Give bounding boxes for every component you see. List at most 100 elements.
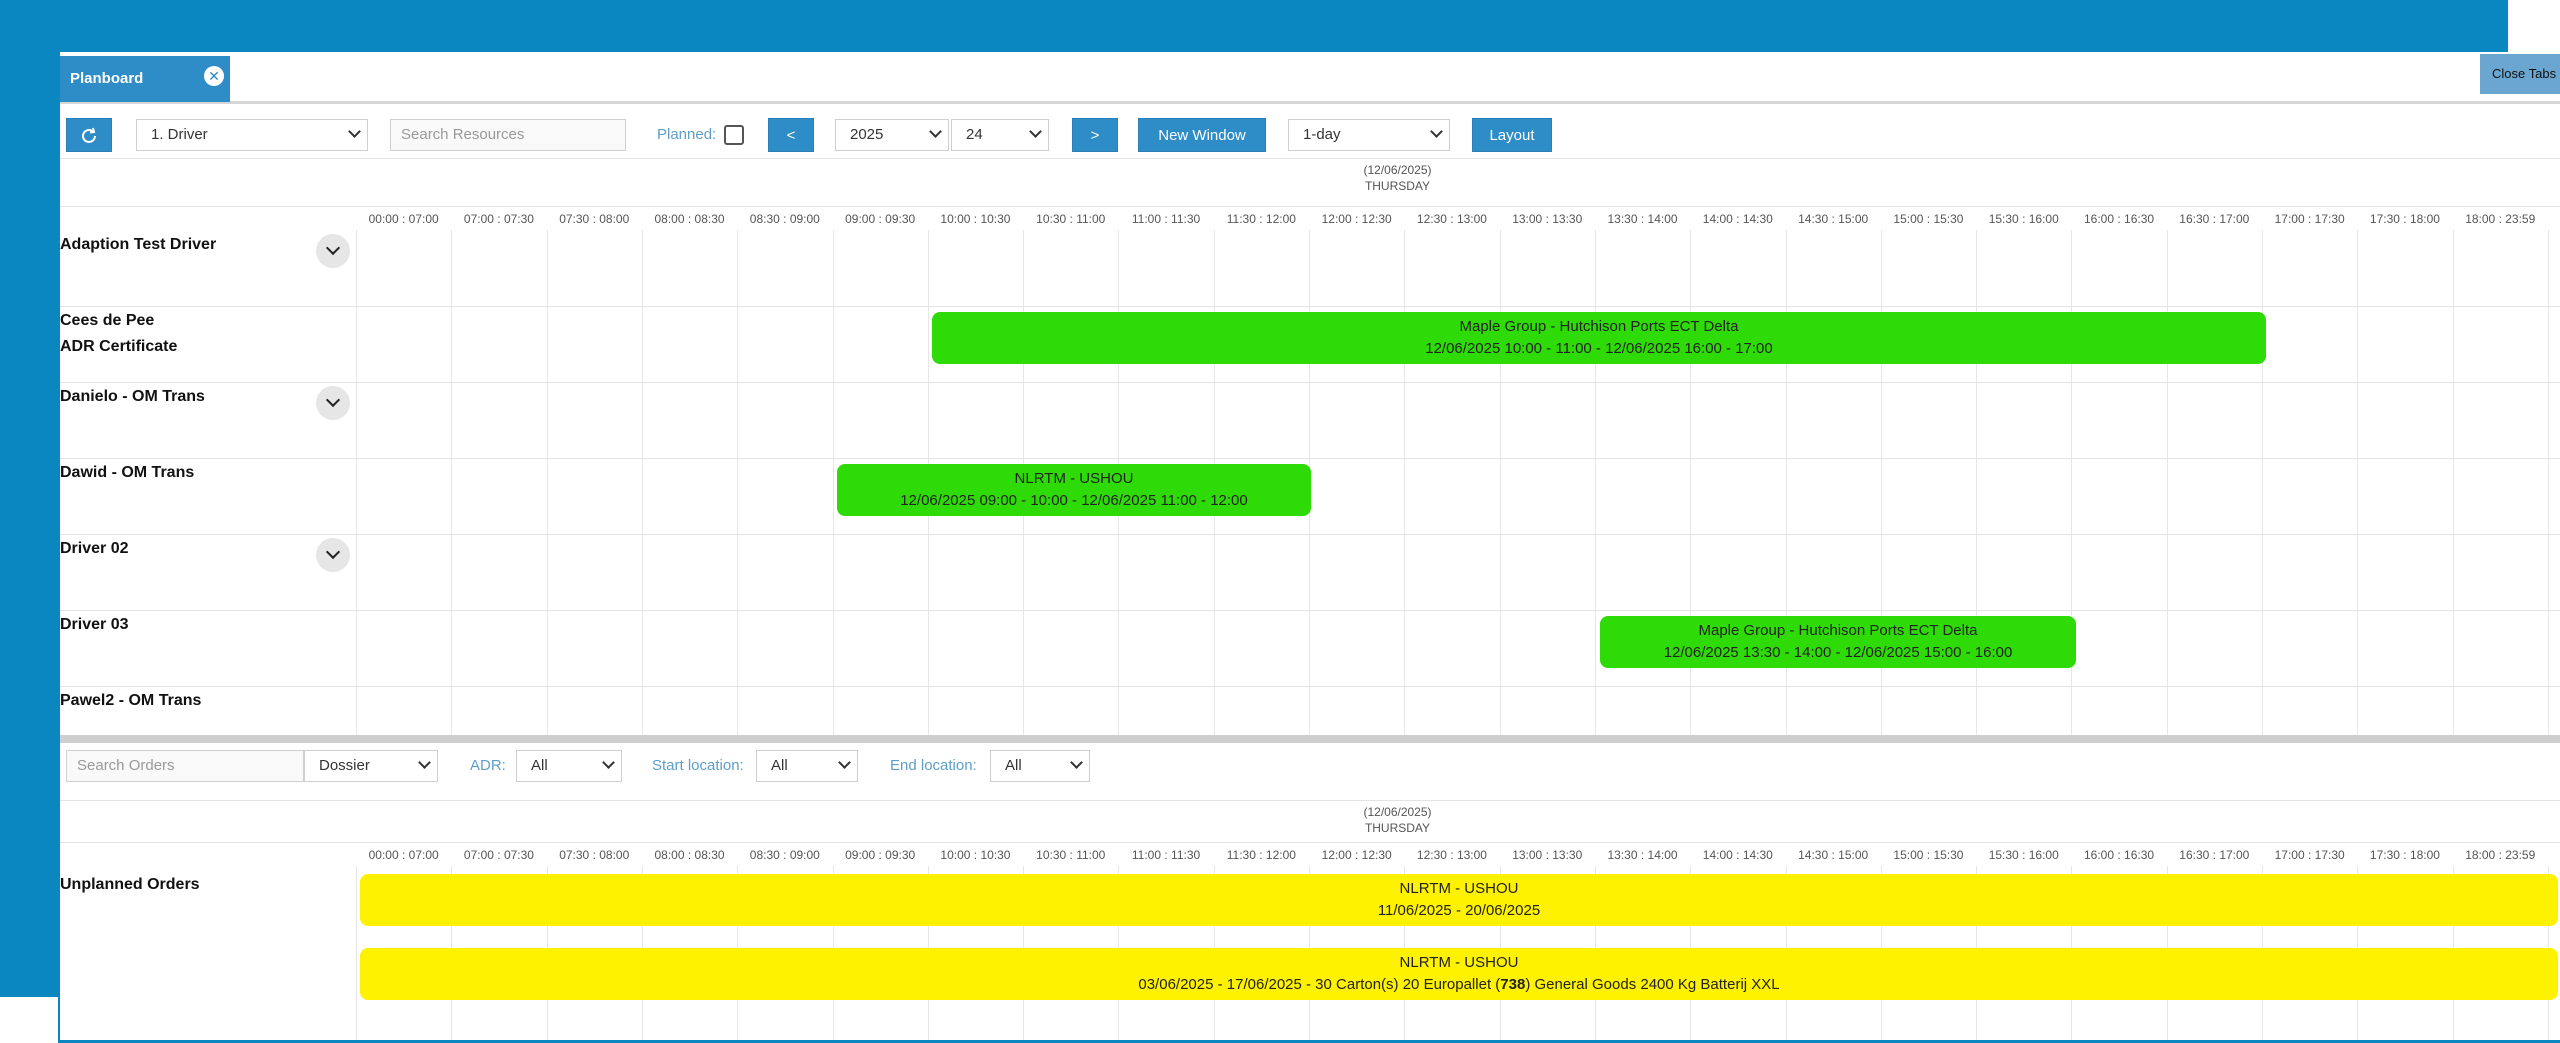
adr-value: All <box>531 757 548 774</box>
time-slot-label: 18:00 : 23:59 <box>2465 212 2536 226</box>
adr-select[interactable]: All <box>516 750 622 782</box>
order-title: NLRTM - USHOU <box>1399 880 1519 897</box>
time-slot-label: 07:00 : 07:30 <box>463 212 534 226</box>
time-slot-label: 17:30 : 18:00 <box>2369 212 2440 226</box>
time-slot-label: 12:00 : 12:30 <box>1321 848 1392 862</box>
layout-button[interactable]: Layout <box>1472 118 1552 152</box>
date-label: (12/06/2025) <box>1363 163 1432 177</box>
resource-name: Pawel2 - OM Trans <box>60 692 202 709</box>
order-details: 11/06/2025 - 20/06/2025 <box>1377 902 1541 919</box>
resource-toolbar: 1. Driver Search Resources Planned: < 20… <box>60 110 2560 158</box>
time-slot-label: 13:00 : 13:30 <box>1512 212 1583 226</box>
planned-trip[interactable]: Maple Group - Hutchison Ports ECT Delta … <box>932 312 2266 364</box>
time-slot-label: 09:00 : 09:30 <box>845 212 916 226</box>
time-slot-label: 15:00 : 15:30 <box>1893 212 1964 226</box>
order-details-count: 738 <box>1500 976 1526 993</box>
row-divider <box>60 686 2560 687</box>
time-slot-label: 11:30 : 12:00 <box>1226 212 1296 226</box>
resource-type-select[interactable]: 1. Driver <box>136 119 368 151</box>
chevron-down-icon <box>929 125 942 138</box>
resource-name: Dawid - OM Trans <box>60 464 195 481</box>
resource-subtitle: ADR Certificate <box>60 338 178 355</box>
time-slot-label: 15:00 : 15:30 <box>1893 848 1964 862</box>
planned-checkbox[interactable] <box>724 125 744 145</box>
view-mode-value: 1-day <box>1303 126 1341 143</box>
divider <box>60 158 2560 159</box>
splitter-handle[interactable] <box>60 735 2560 743</box>
year-select[interactable]: 2025 <box>835 119 949 151</box>
search-resources-input[interactable]: Search Resources <box>390 119 626 151</box>
time-slot-header: 00:00 : 07:00 07:00 : 07:30 07:30 : 08:00 0… <box>356 848 2560 866</box>
chevron-down-icon[interactable] <box>316 386 350 420</box>
resource-name: Adaption Test Driver <box>60 236 217 253</box>
chevron-down-icon <box>348 125 361 138</box>
order-details-text: ) General Goods 2400 Kg Batterij XXL <box>1525 976 1780 993</box>
trip-period: 12/06/2025 13:30 - 14:00 - 12/06/2025 15… <box>1663 644 2013 661</box>
chevron-down-icon <box>1070 756 1083 769</box>
time-slot-label: 07:00 : 07:30 <box>463 848 534 862</box>
unplanned-order[interactable]: NLRTM - USHOU 11/06/2025 - 20/06/2025 <box>360 874 2558 926</box>
time-slot-label: 14:00 : 14:30 <box>1702 212 1773 226</box>
view-mode-select[interactable]: 1-day <box>1288 119 1450 151</box>
time-slot-label: 15:30 : 16:00 <box>1988 212 2059 226</box>
time-slot-label: 10:00 : 10:30 <box>940 848 1011 862</box>
chevron-down-icon[interactable] <box>316 538 350 572</box>
chevron-down-icon[interactable] <box>316 234 350 268</box>
time-slot-label: 12:30 : 13:00 <box>1416 212 1487 226</box>
chevron-down-icon <box>1430 125 1443 138</box>
refresh-icon <box>82 127 96 143</box>
year-value: 2025 <box>850 126 884 143</box>
time-slot-label: 16:00 : 16:30 <box>2084 212 2155 226</box>
row-divider <box>60 458 2560 459</box>
unplanned-order[interactable]: NLRTM - USHOU 03/06/2025 - 17/06/2025 - … <box>360 948 2558 1000</box>
chevron-down-icon <box>418 756 431 769</box>
planboard-window: Planboard ✕ Close Tabs 1. Driver Search … <box>58 52 2560 1043</box>
search-orders-input[interactable]: Search Orders <box>66 750 304 782</box>
tab-bar: Planboard ✕ Close Tabs <box>60 52 2560 104</box>
grid-line <box>356 866 357 1040</box>
time-slot-label: 08:00 : 08:30 <box>654 212 725 226</box>
time-slot-label: 11:00 : 11:30 <box>1131 212 1201 226</box>
end-location-select[interactable]: All <box>990 750 1090 782</box>
time-slot-label: 17:00 : 17:30 <box>2274 848 2345 862</box>
trip-period: 12/06/2025 09:00 - 10:00 - 12/06/2025 11… <box>900 492 1248 509</box>
time-slot-label: 13:30 : 14:00 <box>1607 212 1678 226</box>
time-slot-label: 12:30 : 13:00 <box>1416 848 1487 862</box>
start-location-label: Start location: <box>652 757 744 774</box>
time-slot-label: 08:00 : 08:30 <box>654 848 725 862</box>
time-slot-label: 11:00 : 11:30 <box>1131 848 1201 862</box>
planned-trip[interactable]: NLRTM - USHOU 12/06/2025 09:00 - 10:00 -… <box>837 464 1311 516</box>
order-type-value: Dossier <box>319 757 370 774</box>
new-window-button[interactable]: New Window <box>1138 118 1266 152</box>
time-slot-label: 14:30 : 15:00 <box>1798 212 1869 226</box>
order-type-select[interactable]: Dossier <box>304 750 438 782</box>
next-button[interactable]: > <box>1072 118 1118 152</box>
end-location-label: End location: <box>890 757 977 774</box>
divider <box>60 800 2560 801</box>
row-divider <box>60 306 2560 307</box>
week-select[interactable]: 24 <box>951 119 1049 151</box>
time-slot-label: 13:00 : 13:30 <box>1512 848 1583 862</box>
divider <box>60 206 2560 207</box>
time-slot-label: 16:30 : 17:00 <box>2179 212 2250 226</box>
tab-planboard[interactable]: Planboard ✕ <box>60 56 230 102</box>
trip-title: Maple Group - Hutchison Ports ECT Delta <box>1459 318 1739 335</box>
trip-title: Maple Group - Hutchison Ports ECT Delta <box>1698 622 1978 639</box>
day-label: THURSDAY <box>1364 179 1431 193</box>
close-tabs-button[interactable]: Close Tabs <box>2480 54 2560 94</box>
adr-label: ADR: <box>470 757 506 774</box>
refresh-button[interactable] <box>66 118 112 152</box>
trip-period: 12/06/2025 10:00 - 11:00 - 12/06/2025 16… <box>1425 340 1773 357</box>
time-slot-label: 12:00 : 12:30 <box>1321 212 1392 226</box>
resource-name: Cees de Pee <box>60 312 155 329</box>
resource-name: Driver 02 <box>60 540 129 557</box>
close-icon[interactable]: ✕ <box>204 66 224 86</box>
order-title: NLRTM - USHOU <box>1399 954 1519 971</box>
previous-button[interactable]: < <box>768 118 814 152</box>
trip-title: NLRTM - USHOU <box>1014 470 1134 487</box>
date-label: (12/06/2025) <box>1363 805 1432 819</box>
start-location-select[interactable]: All <box>756 750 858 782</box>
week-value: 24 <box>966 126 983 143</box>
unplanned-schedule: (12/06/2025) THURSDAY 00:00 : 07:00 07:00… <box>60 800 2560 1040</box>
planned-trip[interactable]: Maple Group - Hutchison Ports ECT Delta … <box>1600 616 2076 668</box>
